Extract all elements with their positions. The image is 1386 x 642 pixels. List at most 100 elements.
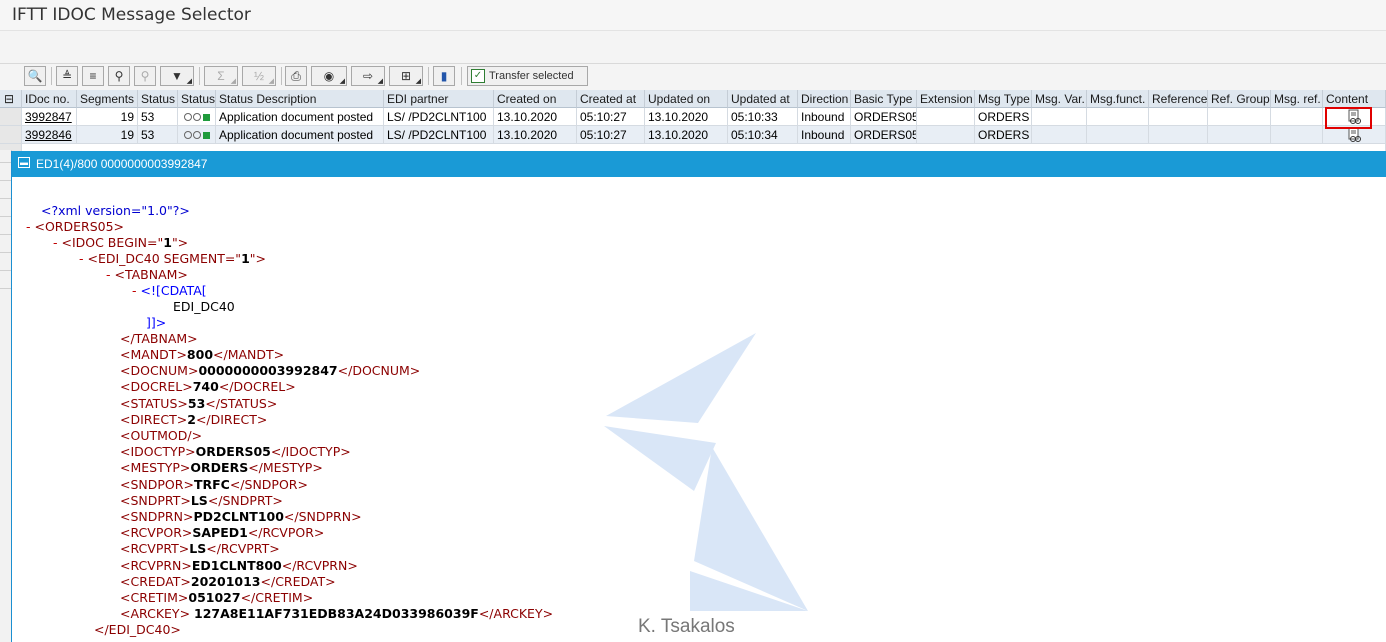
cell-status-icon [178, 126, 216, 144]
xml-node-idoc[interactable]: - <IDOC BEGIN="1"> [53, 235, 188, 251]
views-icon[interactable]: ◉ ◢ [311, 66, 347, 86]
window-icon: ▬ [18, 157, 30, 168]
sum-icon[interactable]: Σ ◢ [204, 66, 238, 86]
cell-status-description: Application document posted [216, 108, 384, 126]
xml-node-edi-dc40[interactable]: - <EDI_DC40 SEGMENT="1"> [79, 251, 266, 267]
cell-msg-var [1032, 126, 1087, 144]
xml-field-rcvprt: <RCVPRT>LS</RCVPRT> [120, 541, 280, 557]
xml-field-docrel: <DOCREL>740</DOCREL> [120, 379, 296, 395]
col-updated-at[interactable]: Updated at [728, 90, 798, 108]
watermark-logo [604, 333, 808, 611]
xml-field-status: <STATUS>53</STATUS> [120, 395, 278, 411]
idoc-xml-popup: ▬ ED1(4)/800 0000000003992847 <?xml vers… [11, 151, 1386, 642]
command-area [0, 31, 1386, 64]
print-icon[interactable]: ⎙ [285, 66, 307, 86]
xml-field-docnum: <DOCNUM>0000000003992847</DOCNUM> [120, 363, 421, 379]
sort-desc-icon[interactable]: ≡ [82, 66, 104, 86]
status-traffic-light-icon [184, 113, 210, 121]
transfer-selected-button[interactable]: ✓ Transfer selected [467, 66, 588, 86]
details-icon[interactable]: 🔍 [24, 66, 46, 86]
xml-field-rcvpor: <RCVPOR>SAPED1</RCVPOR> [120, 525, 325, 541]
xml-node-orders05[interactable]: - <ORDERS05> [26, 219, 124, 235]
col-basic-type[interactable]: Basic Type [851, 90, 917, 108]
xml-field-direct: <DIRECT>2</DIRECT> [120, 411, 268, 427]
filter-icon[interactable]: ▼ ◢ [160, 66, 194, 86]
cell-segments: 19 [77, 108, 138, 126]
idoc-link[interactable]: 3992846 [25, 128, 72, 142]
cell-status-icon [178, 108, 216, 126]
col-idoc-no[interactable]: IDoc no. [22, 90, 77, 108]
xml-edi-dc40-close: </EDI_DC40> [94, 622, 181, 637]
sort-asc-icon[interactable]: ≜ [56, 66, 78, 86]
col-ref-group[interactable]: Ref. Group [1208, 90, 1271, 108]
col-edi-partner[interactable]: EDI partner [384, 90, 494, 108]
xml-field-idoctyp: <IDOCTYP>ORDERS05</IDOCTYP> [120, 444, 351, 460]
export-icon[interactable]: ⇨ ◢ [351, 66, 385, 86]
select-all-icon[interactable]: ⊟ [0, 90, 22, 108]
status-traffic-light-icon [184, 131, 210, 139]
col-created-on[interactable]: Created on [494, 90, 577, 108]
cell-msg-funct [1087, 126, 1149, 144]
xml-field-sndprn: <SNDPRN>PD2CLNT100</SNDPRN> [120, 509, 362, 524]
cell-msg-type: ORDERS [975, 126, 1032, 144]
cell-basic-type: ORDERS05 [851, 126, 917, 144]
row-selector[interactable] [0, 126, 22, 144]
row-selector[interactable] [0, 108, 22, 126]
find-icon[interactable]: ⚲ [108, 66, 130, 86]
xml-tabnam-close: </TABNAM> [120, 331, 198, 346]
cell-extension [917, 126, 975, 144]
cell-msg-ref [1271, 126, 1323, 144]
col-updated-on[interactable]: Updated on [645, 90, 728, 108]
content-highlight [1325, 107, 1372, 129]
xml-cdata-close: ]]> [146, 315, 167, 330]
graphic-icon[interactable]: ▮ [433, 66, 455, 86]
col-status-icon[interactable]: Status [178, 90, 216, 108]
cell-extension [917, 108, 975, 126]
xml-node-cdata[interactable]: - <![CDATA[ [132, 283, 207, 299]
cell-idoc-no[interactable]: 3992847 [22, 108, 77, 126]
cell-basic-type: ORDERS05 [851, 108, 917, 126]
cell-msg-type: ORDERS [975, 108, 1032, 126]
xml-node-tabnam[interactable]: - <TABNAM> [106, 267, 188, 283]
cell-status: 53 [138, 108, 178, 126]
col-created-at[interactable]: Created at [577, 90, 645, 108]
cell-segments: 19 [77, 126, 138, 144]
cell-direction: Inbound [798, 108, 851, 126]
find-next-icon[interactable]: ⚲ [134, 66, 156, 86]
alv-toolbar: 🔍 ≜ ≡ ⚲ ⚲ ▼ ◢ Σ ◢ ½ ◢ ⎙ ◉ ◢ ⇨ ◢ ⊞ ◢ ▮ ✓ Transf… [0, 64, 1386, 90]
col-msg-var[interactable]: Msg. Var. [1032, 90, 1087, 108]
col-status[interactable]: Status [138, 90, 178, 108]
cell-msg-ref [1271, 108, 1323, 126]
display-content-icon[interactable] [1346, 127, 1362, 143]
cell-status-description: Application document posted [216, 126, 384, 144]
xml-field-cretim: <CRETIM>051027</CRETIM> [120, 590, 314, 605]
cell-updated-on: 13.10.2020 [645, 108, 728, 126]
col-reference[interactable]: Reference [1149, 90, 1208, 108]
layout-icon[interactable]: ⊞ ◢ [389, 66, 423, 86]
page-title: IFTT IDOC Message Selector [12, 5, 251, 25]
col-content[interactable]: Content [1323, 90, 1386, 108]
cell-updated-at: 05:10:34 [728, 126, 798, 144]
col-msg-funct[interactable]: Msg.funct. [1087, 90, 1149, 108]
subtotal-icon[interactable]: ½ ◢ [242, 66, 276, 86]
cell-created-on: 13.10.2020 [494, 126, 577, 144]
cell-idoc-no[interactable]: 3992846 [22, 126, 77, 144]
col-direction[interactable]: Direction [798, 90, 851, 108]
popup-title-bar[interactable]: ▬ ED1(4)/800 0000000003992847 [12, 151, 1386, 177]
xml-field-sndpor: <SNDPOR>TRFC</SNDPOR> [120, 476, 308, 492]
xml-cdata-value: EDI_DC40 [173, 299, 235, 314]
col-segments[interactable]: Segments [77, 90, 138, 108]
col-extension[interactable]: Extension [917, 90, 975, 108]
col-status-description[interactable]: Status Description [216, 90, 384, 108]
xml-field-credat: <CREDAT>20201013</CREDAT> [120, 573, 336, 589]
xml-field-outmod: <OUTMOD/> [120, 428, 203, 443]
col-msg-type[interactable]: Msg Type [975, 90, 1032, 108]
xml-field-sndprt: <SNDPRT>LS</SNDPRT> [120, 492, 283, 508]
xml-field-arckey: <ARCKEY> 127A8E11AF731EDB83A24D033986039… [120, 606, 554, 622]
idoc-link[interactable]: 3992847 [25, 110, 72, 124]
cell-edi-partner: LS/ /PD2CLNT100 [384, 108, 494, 126]
col-msg-ref[interactable]: Msg. ref. [1271, 90, 1323, 108]
cell-created-at: 05:10:27 [577, 126, 645, 144]
cell-ref-group [1208, 108, 1271, 126]
xml-field-mandt: <MANDT>800</MANDT> [120, 347, 285, 362]
